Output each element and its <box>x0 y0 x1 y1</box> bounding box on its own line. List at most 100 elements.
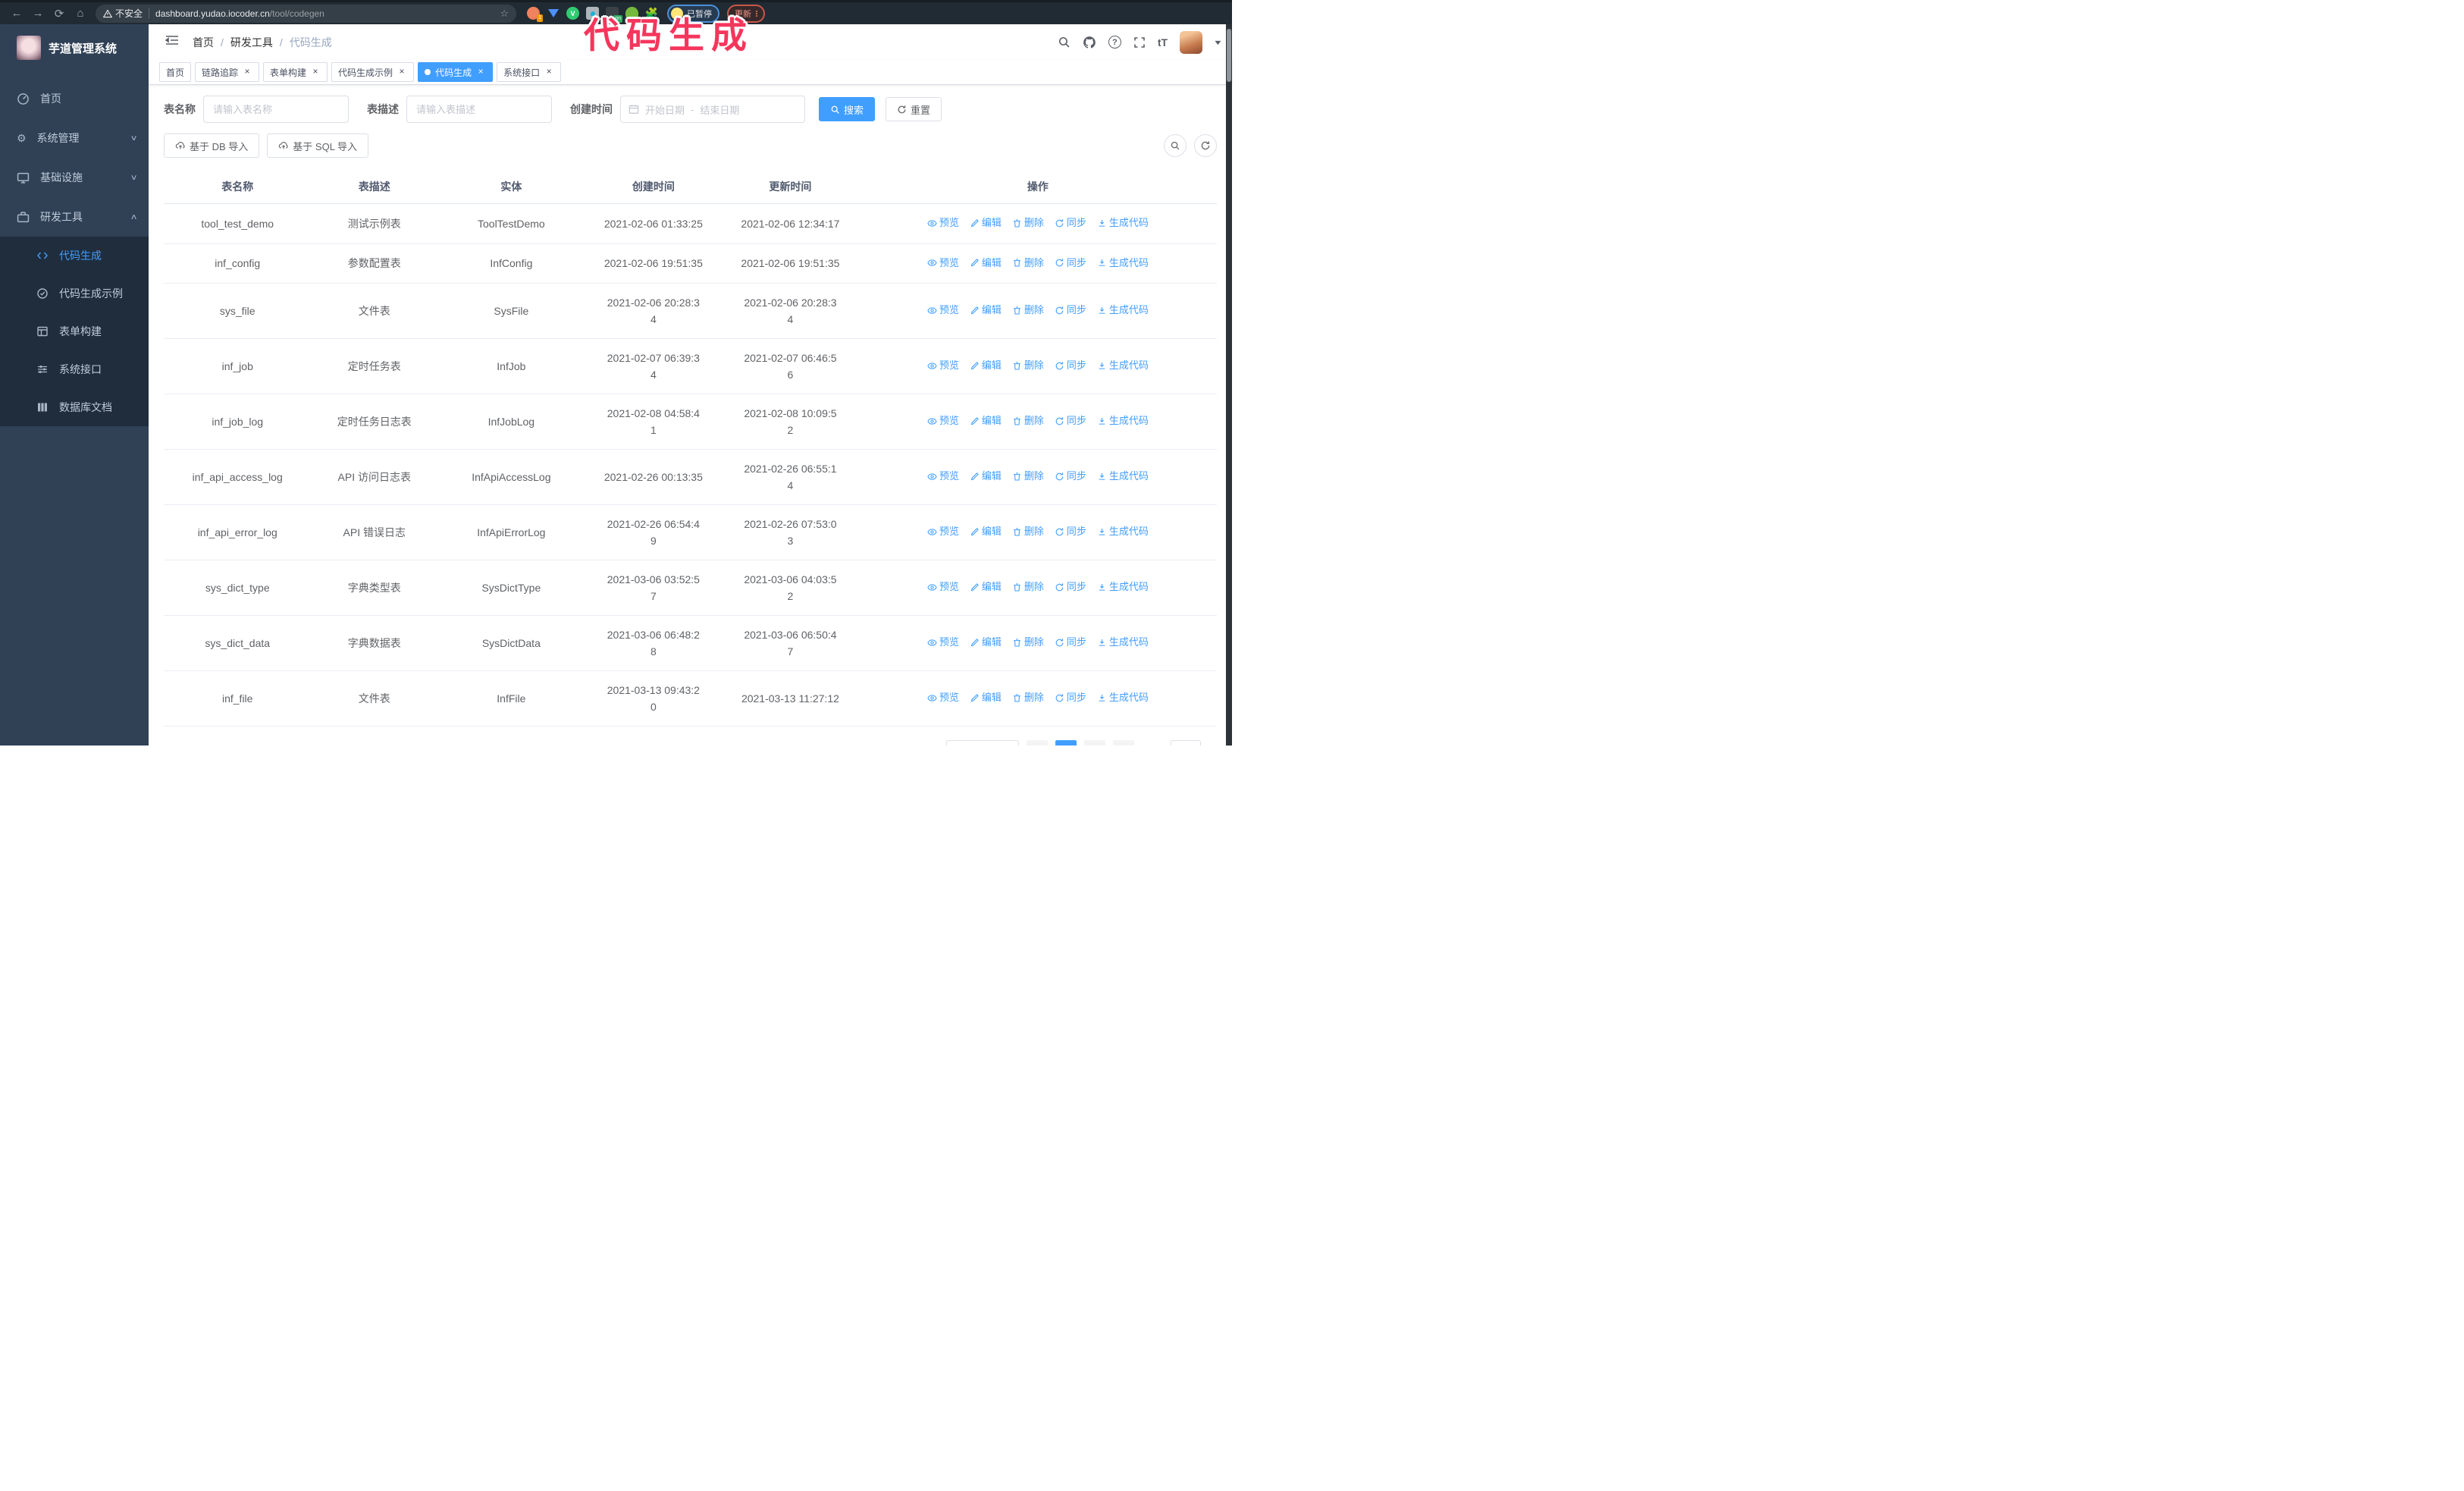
sync-link[interactable]: 同步 <box>1055 215 1086 231</box>
goto-page-input[interactable] <box>1170 740 1201 746</box>
toggle-search-button[interactable] <box>1164 134 1187 157</box>
sidebar-item-system-api[interactable]: 系统接口 <box>0 350 149 388</box>
tab-codegen[interactable]: 代码生成 × <box>418 62 494 82</box>
generate-code-link[interactable]: 生成代码 <box>1097 468 1149 485</box>
generate-code-link[interactable]: 生成代码 <box>1097 302 1149 319</box>
preview-link[interactable]: 预览 <box>927 523 959 540</box>
refresh-table-button[interactable] <box>1194 134 1217 157</box>
tab-close-icon[interactable]: × <box>544 67 554 77</box>
generate-code-link[interactable]: 生成代码 <box>1097 215 1149 231</box>
reset-button[interactable]: 重置 <box>886 97 942 121</box>
preview-link[interactable]: 预览 <box>927 413 959 429</box>
edit-link[interactable]: 编辑 <box>970 413 1002 429</box>
browser-reload-icon[interactable]: ⟳ <box>49 5 70 23</box>
tab-codegen-example[interactable]: 代码生成示例 × <box>331 62 415 82</box>
sidebar-item-codegen[interactable]: 代码生成 <box>0 237 149 275</box>
edit-link[interactable]: 编辑 <box>970 255 1002 272</box>
extension-circle-icon[interactable]: 1 <box>527 7 543 22</box>
tab-form-builder[interactable]: 表单构建 × <box>263 62 328 82</box>
bookmark-star-icon[interactable]: ☆ <box>500 8 509 20</box>
browser-menu-icon[interactable] <box>756 10 757 17</box>
hamburger-icon[interactable] <box>159 31 185 53</box>
sidebar-item-system[interactable]: ⚙ 系统管理 ∨ <box>0 118 149 158</box>
preview-link[interactable]: 预览 <box>927 468 959 485</box>
preview-link[interactable]: 预览 <box>927 255 959 272</box>
help-icon[interactable]: ? <box>1108 36 1121 49</box>
next-page-button[interactable]: › <box>1112 740 1134 746</box>
tab-close-icon[interactable]: × <box>475 67 486 77</box>
header-search-icon[interactable] <box>1058 36 1071 49</box>
edit-link[interactable]: 编辑 <box>970 523 1002 540</box>
preview-link[interactable]: 预览 <box>927 579 959 595</box>
browser-back-icon[interactable]: ← <box>6 5 27 23</box>
scrollbar-track[interactable] <box>1226 24 1232 746</box>
delete-link[interactable]: 删除 <box>1012 413 1044 429</box>
page-button-2[interactable]: 2 <box>1083 740 1105 746</box>
sync-link[interactable]: 同步 <box>1055 689 1086 706</box>
table-name-input[interactable] <box>203 96 349 123</box>
sync-link[interactable]: 同步 <box>1055 634 1086 651</box>
generate-code-link[interactable]: 生成代码 <box>1097 357 1149 374</box>
delete-link[interactable]: 删除 <box>1012 634 1044 651</box>
user-menu-caret-icon[interactable]: ▼ <box>1213 39 1223 46</box>
date-range-picker[interactable]: 开始日期 - 结束日期 <box>620 96 805 123</box>
sync-link[interactable]: 同步 <box>1055 579 1086 595</box>
preview-link[interactable]: 预览 <box>927 357 959 374</box>
delete-link[interactable]: 删除 <box>1012 215 1044 231</box>
address-bar[interactable]: 不安全 dashboard.yudao.iocoder.cn/tool/code… <box>96 4 516 23</box>
user-avatar[interactable] <box>1180 30 1203 54</box>
edit-link[interactable]: 编辑 <box>970 579 1002 595</box>
extension-v-icon[interactable]: V <box>566 7 579 20</box>
search-button[interactable]: 搜索 <box>819 97 876 121</box>
preview-link[interactable]: 预览 <box>927 689 959 706</box>
tab-tracing[interactable]: 链路追踪 × <box>195 62 260 82</box>
breadcrumb-devtools[interactable]: 研发工具 <box>230 35 273 50</box>
edit-link[interactable]: 编辑 <box>970 689 1002 706</box>
delete-link[interactable]: 删除 <box>1012 357 1044 374</box>
generate-code-link[interactable]: 生成代码 <box>1097 255 1149 272</box>
browser-home-icon[interactable]: ⌂ <box>70 5 91 23</box>
page-size-select[interactable]: 10条/页 ▼ <box>945 740 1019 746</box>
import-sql-button[interactable]: 基于 SQL 导入 <box>267 133 369 158</box>
sidebar-item-devtools[interactable]: 研发工具 ∧ <box>0 197 149 237</box>
edit-link[interactable]: 编辑 <box>970 302 1002 319</box>
sidebar-item-codegen-example[interactable]: 代码生成示例 <box>0 275 149 312</box>
sync-link[interactable]: 同步 <box>1055 255 1086 272</box>
tab-close-icon[interactable]: × <box>397 67 407 77</box>
generate-code-link[interactable]: 生成代码 <box>1097 634 1149 651</box>
delete-link[interactable]: 删除 <box>1012 468 1044 485</box>
edit-link[interactable]: 编辑 <box>970 357 1002 374</box>
tab-home[interactable]: 首页 <box>159 62 192 82</box>
delete-link[interactable]: 删除 <box>1012 255 1044 272</box>
sidebar-item-db-doc[interactable]: 数据库文档 <box>0 388 149 426</box>
edit-link[interactable]: 编辑 <box>970 634 1002 651</box>
sync-link[interactable]: 同步 <box>1055 357 1086 374</box>
scrollbar-thumb[interactable] <box>1227 29 1231 82</box>
edit-link[interactable]: 编辑 <box>970 468 1002 485</box>
tab-close-icon[interactable]: × <box>310 67 321 77</box>
font-size-icon[interactable]: tT <box>1158 36 1168 49</box>
generate-code-link[interactable]: 生成代码 <box>1097 579 1149 595</box>
prev-page-button[interactable]: ‹ <box>1026 740 1048 746</box>
sync-link[interactable]: 同步 <box>1055 413 1086 429</box>
tab-close-icon[interactable]: × <box>242 67 252 77</box>
delete-link[interactable]: 删除 <box>1012 523 1044 540</box>
page-button-1[interactable]: 1 <box>1055 740 1077 746</box>
fullscreen-icon[interactable] <box>1133 36 1146 49</box>
table-desc-input[interactable] <box>406 96 552 123</box>
generate-code-link[interactable]: 生成代码 <box>1097 413 1149 429</box>
extension-gem-icon[interactable] <box>547 7 560 20</box>
app-logo-row[interactable]: 芋道管理系统 <box>0 24 149 71</box>
sidebar-item-form-builder[interactable]: 表单构建 <box>0 312 149 350</box>
sync-link[interactable]: 同步 <box>1055 523 1086 540</box>
github-icon[interactable] <box>1083 36 1096 49</box>
preview-link[interactable]: 预览 <box>927 215 959 231</box>
generate-code-link[interactable]: 生成代码 <box>1097 689 1149 706</box>
delete-link[interactable]: 删除 <box>1012 579 1044 595</box>
tab-system-api[interactable]: 系统接口 × <box>497 62 562 82</box>
edit-link[interactable]: 编辑 <box>970 215 1002 231</box>
preview-link[interactable]: 预览 <box>927 634 959 651</box>
browser-forward-icon[interactable]: → <box>27 5 49 23</box>
preview-link[interactable]: 预览 <box>927 302 959 319</box>
import-db-button[interactable]: 基于 DB 导入 <box>164 133 260 158</box>
